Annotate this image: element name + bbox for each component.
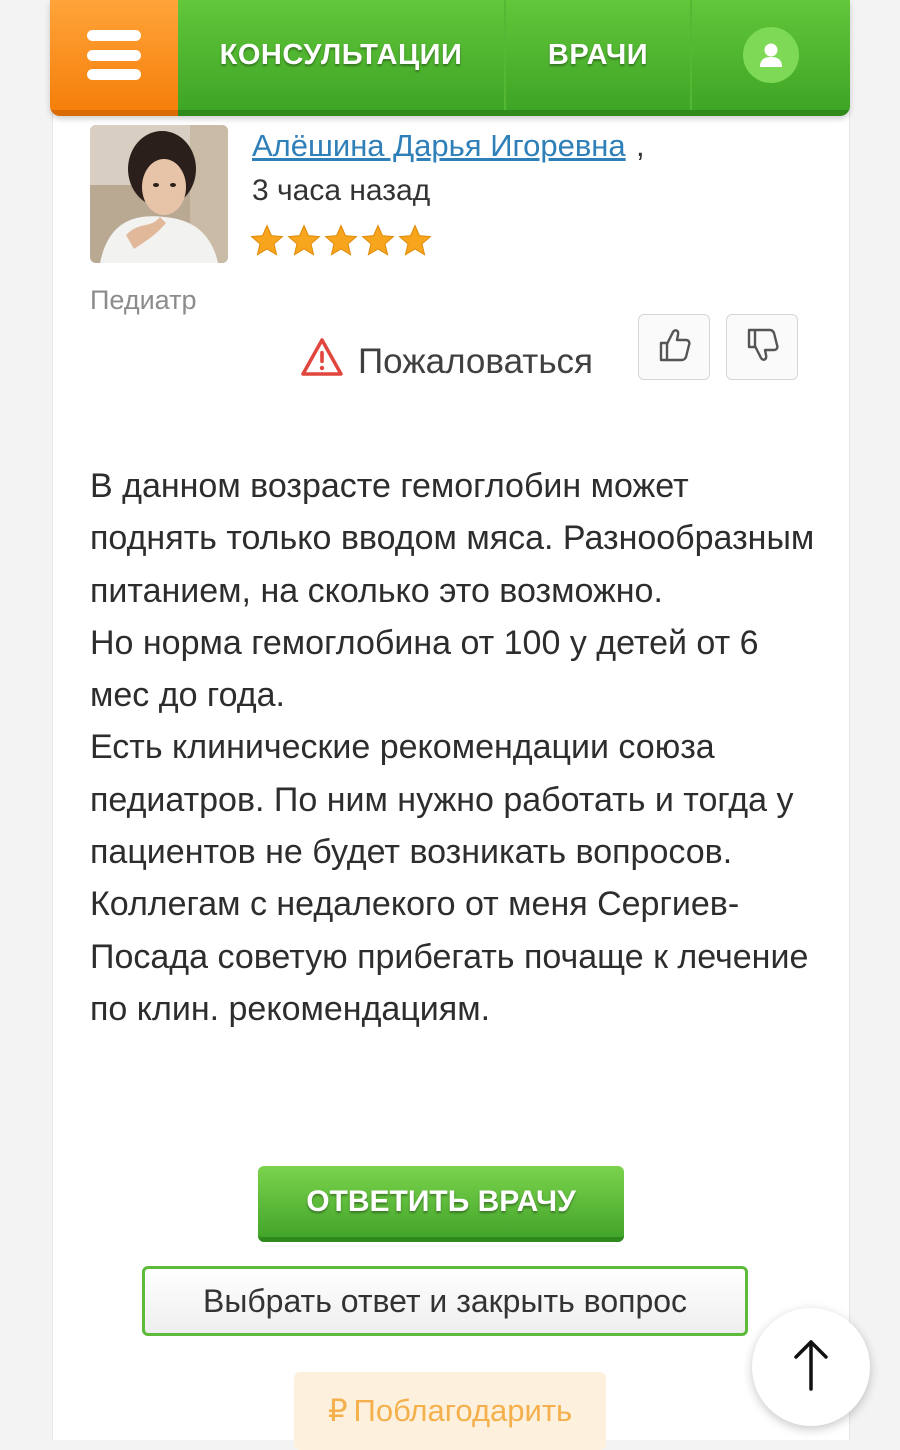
scroll-to-top-button[interactable] [752, 1308, 870, 1426]
hamburger-icon [87, 30, 141, 80]
rating-stars [250, 224, 432, 258]
doctor-avatar[interactable] [90, 125, 228, 263]
doctor-name-separator: , [636, 128, 645, 163]
choose-answer-button[interactable]: Выбрать ответ и закрыть вопрос [142, 1266, 748, 1336]
like-button[interactable] [638, 314, 710, 380]
answer-timestamp: 3 часа назад [252, 174, 431, 207]
thumbs-down-icon [743, 326, 781, 369]
user-icon [743, 27, 799, 83]
nav-consultations[interactable]: КОНСУЛЬТАЦИИ [178, 0, 506, 110]
profile-button[interactable] [692, 0, 850, 110]
complain-label: Пожаловаться [358, 341, 594, 381]
thank-doctor-button[interactable]: ₽ Поблагодарить [294, 1372, 606, 1450]
answer-paragraph: Есть клинические рекомендации союза педи… [90, 728, 809, 1028]
dislike-button[interactable] [726, 314, 798, 380]
answer-paragraph: В данном возрасте гемоглобин может подня… [90, 467, 815, 610]
answer-paragraph: Но норма гемоглобина от 100 у детей от 6… [90, 623, 759, 715]
arrow-up-icon [791, 1337, 831, 1398]
star-icon [287, 224, 321, 256]
menu-button[interactable] [50, 0, 178, 116]
nav-bar: КОНСУЛЬТАЦИИ ВРАЧИ [178, 0, 850, 116]
star-icon [250, 224, 284, 256]
doctor-specialty: Педиатр [90, 285, 197, 315]
top-navigation: КОНСУЛЬТАЦИИ ВРАЧИ [50, 0, 850, 116]
star-icon [361, 224, 395, 256]
warning-icon [300, 337, 344, 386]
ruble-icon: ₽ [327, 1393, 348, 1428]
thank-label: Поблагодарить [353, 1393, 573, 1428]
answer-text: В данном возрасте гемоглобин может подня… [90, 460, 820, 1035]
nav-doctors[interactable]: ВРАЧИ [506, 0, 692, 110]
reply-to-doctor-button[interactable]: ОТВЕТИТЬ ВРАЧУ [258, 1166, 624, 1242]
thumbs-up-icon [655, 326, 693, 369]
star-icon [398, 224, 432, 256]
star-icon [324, 224, 358, 256]
complain-button[interactable]: Пожаловаться [300, 337, 593, 386]
doctor-name-link[interactable]: Алёшина Дарья Игоревна [252, 128, 626, 164]
